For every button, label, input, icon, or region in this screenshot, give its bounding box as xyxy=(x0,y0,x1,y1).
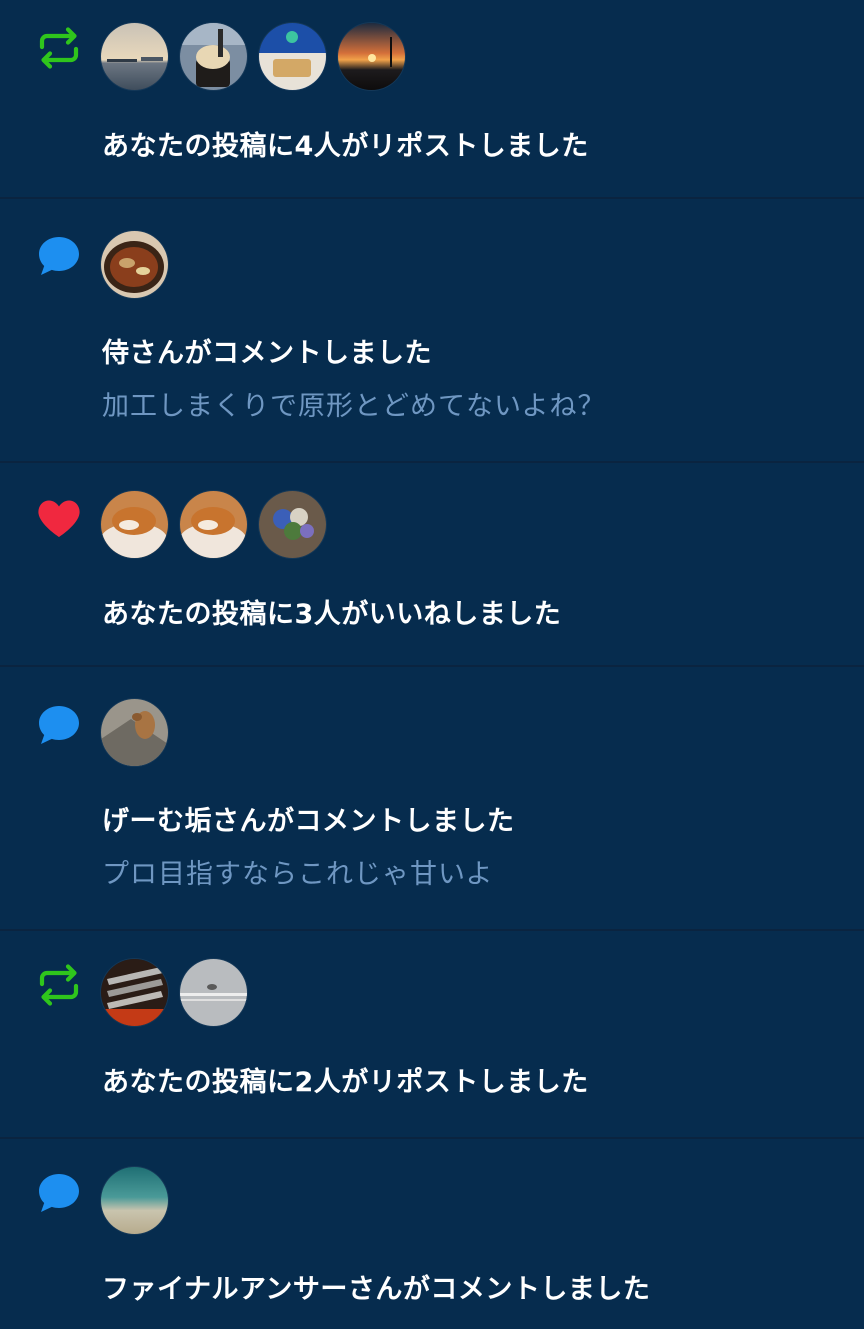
avatar-group[interactable] xyxy=(101,491,326,559)
avatar-harbor[interactable] xyxy=(101,23,168,90)
notification-title: あなたの投稿に4人がリポストしました xyxy=(102,131,589,162)
avatar-grilled-fish[interactable] xyxy=(101,959,168,1026)
avatar-ice-cream[interactable] xyxy=(180,23,247,90)
comment-bubble-icon xyxy=(36,1171,82,1217)
notification-feed: あなたの投稿に4人がリポストしました 侍さんがコメントしました 加工しまくりで原… xyxy=(0,0,864,1329)
avatar-shiba[interactable] xyxy=(101,491,168,558)
comment-preview: 加工しまくりで原形とどめてないよね？ xyxy=(102,391,606,422)
notification-item-comment[interactable]: ファイナルアンサーさんがコメントしました xyxy=(0,1139,864,1329)
avatar-waffle[interactable] xyxy=(259,23,326,90)
avatar-group[interactable] xyxy=(101,1167,168,1235)
avatar-bird[interactable] xyxy=(180,959,247,1026)
avatar-group[interactable] xyxy=(101,959,247,1027)
avatar-deer[interactable] xyxy=(101,699,168,766)
notification-item-repost[interactable]: あなたの投稿に4人がリポストしました xyxy=(0,0,864,198)
avatar-flowers[interactable] xyxy=(259,491,326,558)
avatar-group[interactable] xyxy=(101,231,168,299)
notification-item-like[interactable]: あなたの投稿に3人がいいねしました xyxy=(0,463,864,665)
notification-item-comment[interactable]: げーむ垢さんがコメントしました プロ目指すならこれじゃ甘いよ xyxy=(0,667,864,929)
notification-title: ファイナルアンサーさんがコメントしました xyxy=(102,1274,651,1305)
comment-bubble-icon xyxy=(36,234,82,280)
notification-title: あなたの投稿に2人がリポストしました xyxy=(102,1067,589,1098)
avatar-sunset[interactable] xyxy=(338,23,405,90)
comment-bubble-icon xyxy=(36,703,82,749)
avatar-ramen[interactable] xyxy=(101,231,168,298)
avatar-group[interactable] xyxy=(101,699,168,767)
repost-icon xyxy=(36,962,82,1008)
notification-item-comment[interactable]: 侍さんがコメントしました 加工しまくりで原形とどめてないよね？ xyxy=(0,199,864,461)
avatar-sea[interactable] xyxy=(101,1167,168,1234)
avatar-group[interactable] xyxy=(101,23,405,91)
notification-item-repost[interactable]: あなたの投稿に2人がリポストしました xyxy=(0,931,864,1137)
comment-preview: プロ目指すならこれじゃ甘いよ xyxy=(102,859,494,890)
notification-title: あなたの投稿に3人がいいねしました xyxy=(102,599,562,630)
notification-title: 侍さんがコメントしました xyxy=(102,338,432,369)
heart-icon xyxy=(36,496,82,542)
repost-icon xyxy=(36,25,82,71)
avatar-shiba[interactable] xyxy=(180,491,247,558)
notification-title: げーむ垢さんがコメントしました xyxy=(102,806,515,837)
